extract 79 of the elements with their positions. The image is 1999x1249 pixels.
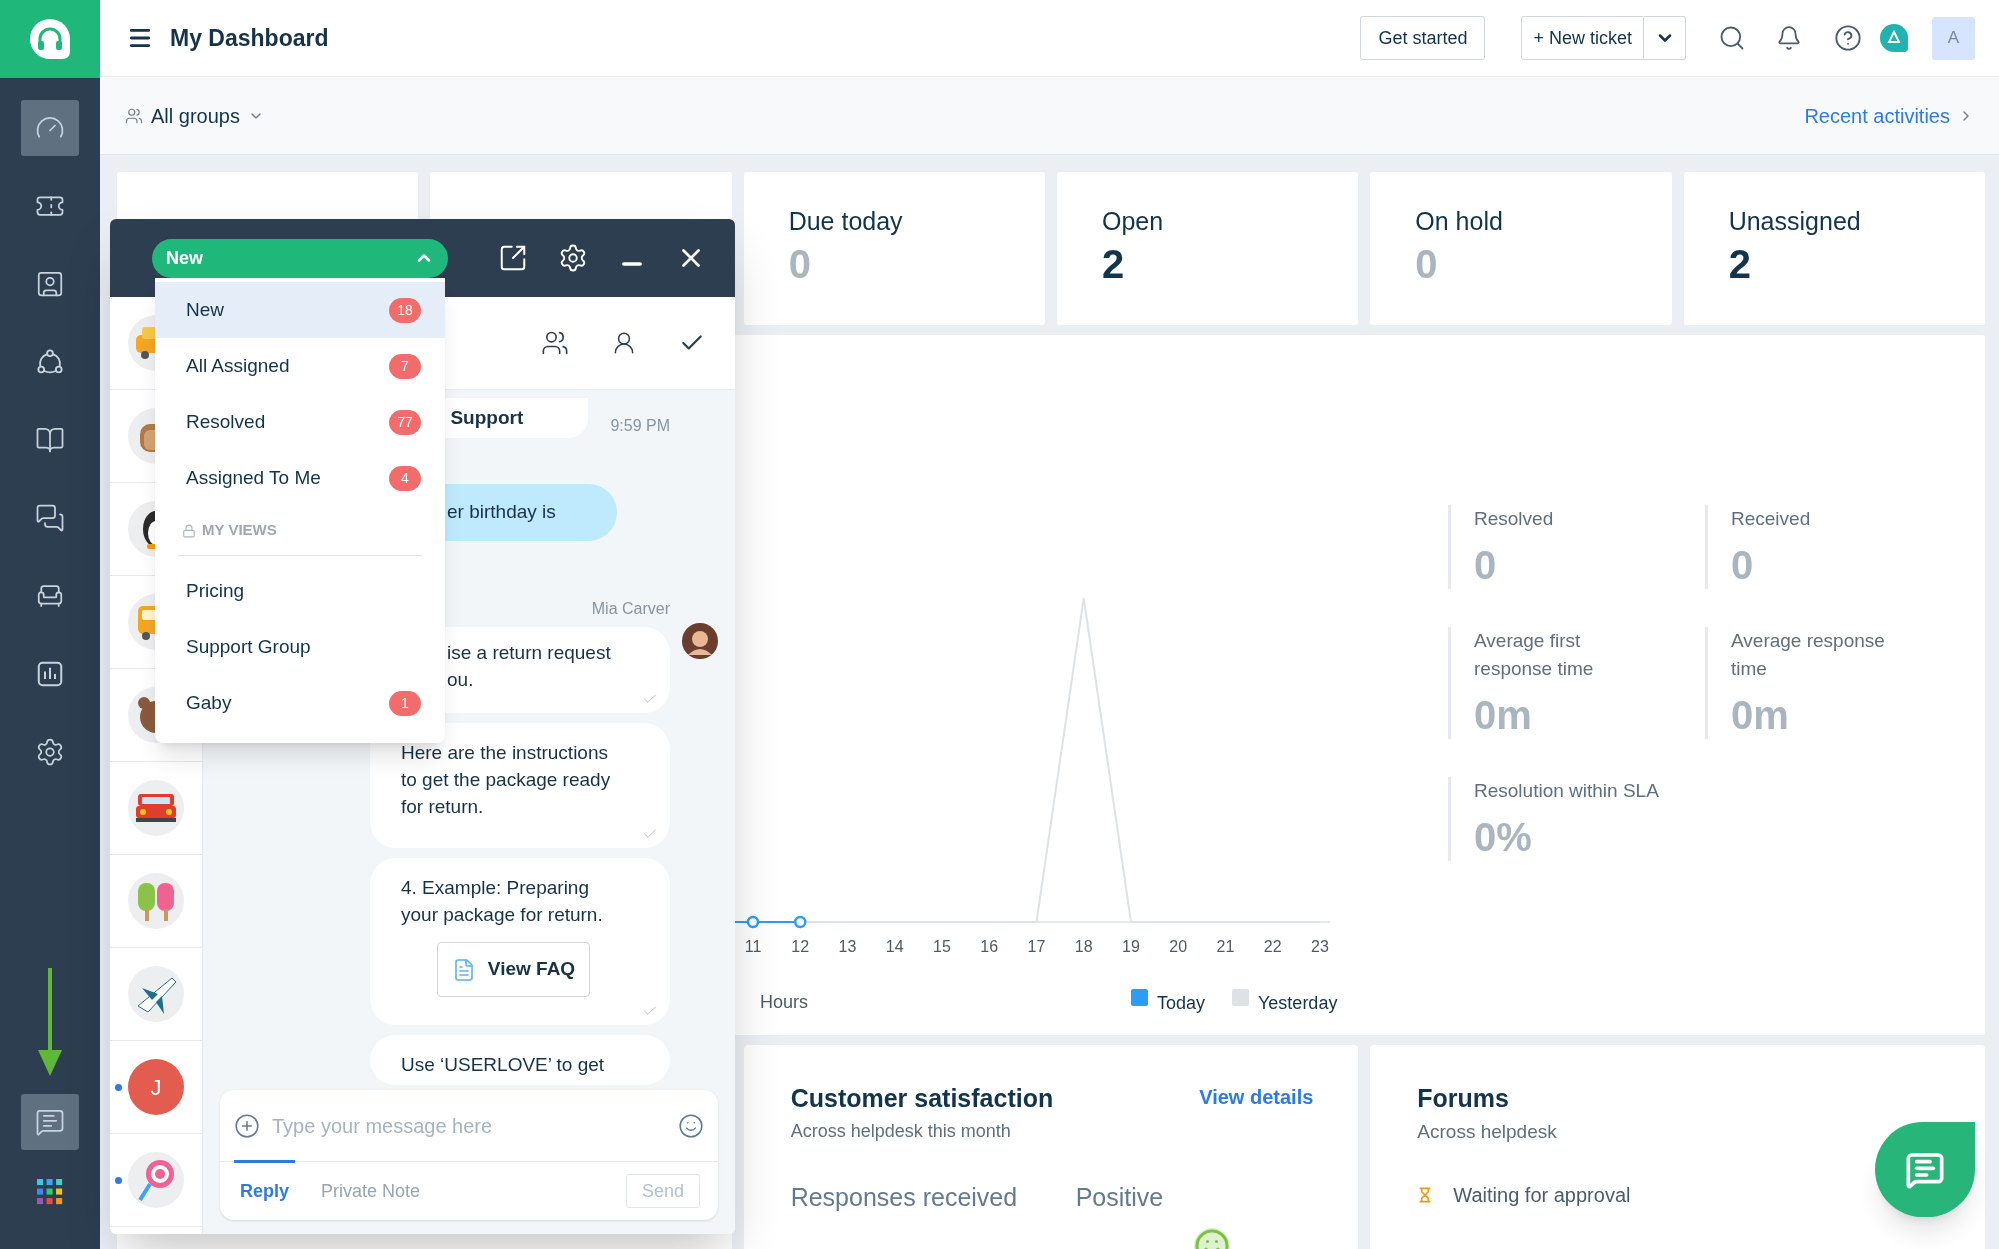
stat-label: Average first response time bbox=[1474, 629, 1595, 681]
stat-label: Resolution within SLA bbox=[1474, 779, 1660, 803]
card-subtitle: Across helpdesk bbox=[1417, 1119, 1558, 1144]
message-time: 9:59 PM bbox=[610, 416, 670, 436]
menu-item[interactable]: New 18 bbox=[155, 282, 445, 338]
summary-label: Open bbox=[1102, 206, 1165, 236]
message-text: 4. Example: Preparing your package for return. bbox=[401, 876, 604, 928]
axis-tick-label: 20 bbox=[1169, 938, 1188, 955]
summary-value: 0 bbox=[788, 241, 812, 288]
message-text: Use ‘USERLOVE’ to get bbox=[401, 1053, 605, 1078]
menu-item[interactable]: Pricing bbox=[155, 563, 445, 619]
metric-label: Waiting for approval bbox=[1453, 1183, 1631, 1208]
section-heading: MY VIEWS bbox=[202, 520, 277, 541]
count-badge: 1 bbox=[389, 690, 421, 716]
menu-item[interactable]: Gaby 1 bbox=[155, 675, 445, 731]
menu-item[interactable]: Resolved 77 bbox=[155, 394, 445, 450]
view-details-link[interactable]: View details bbox=[1199, 1082, 1314, 1112]
metric-label: Responses received bbox=[790, 1181, 1019, 1213]
axis-title: Hours bbox=[760, 992, 808, 1012]
card-title: Forums bbox=[1417, 1083, 1510, 1114]
summary-label: Unassigned bbox=[1728, 206, 1862, 236]
count-badge: 18 bbox=[389, 297, 421, 323]
axis-tick-label: 16 bbox=[980, 938, 999, 955]
stat-value: 0m bbox=[1731, 692, 1790, 739]
stat-label: Resolved bbox=[1474, 507, 1555, 531]
card-subtitle: Across helpdesk this month bbox=[790, 1119, 1012, 1143]
summary-value: 2 bbox=[1102, 241, 1126, 288]
stat-label: Received bbox=[1731, 507, 1812, 531]
summary-card[interactable]: Due today 0 bbox=[743, 172, 1045, 325]
stat-value: 0m bbox=[1474, 692, 1533, 739]
summary-label: Due today bbox=[788, 206, 904, 236]
axis-tick-label: 23 bbox=[1311, 938, 1329, 955]
count-badge: 7 bbox=[389, 353, 421, 379]
axis-tick-label: 18 bbox=[1074, 938, 1093, 955]
summary-label: On hold bbox=[1415, 206, 1504, 236]
group-filter[interactable]: All groups bbox=[125, 100, 264, 131]
menu-item-label: Resolved bbox=[186, 409, 266, 434]
count-badge: 4 bbox=[389, 465, 421, 491]
summary-card[interactable]: Open 2 bbox=[1057, 172, 1359, 325]
view-faq-button[interactable]: View FAQ bbox=[436, 942, 591, 998]
axis-tick-label: 12 bbox=[791, 938, 810, 955]
menu-item[interactable]: Support Group bbox=[155, 619, 445, 675]
composer-tab[interactable]: Reply bbox=[234, 1160, 296, 1220]
menu-item-label: Pricing bbox=[186, 578, 245, 603]
axis-tick-label: 22 bbox=[1263, 938, 1282, 955]
menu-item-label: Support Group bbox=[186, 634, 311, 659]
axis-tick-label: 19 bbox=[1122, 938, 1140, 955]
summary-value: 0 bbox=[1415, 241, 1439, 288]
stat-value: 0 bbox=[1731, 542, 1755, 589]
get-started-button[interactable]: Get started bbox=[1360, 16, 1486, 60]
stat-value: 0% bbox=[1474, 814, 1533, 861]
axis-tick-label: 21 bbox=[1216, 938, 1235, 955]
stat-label: Average response time bbox=[1731, 629, 1886, 681]
initial-avatar[interactable]: J bbox=[128, 1059, 184, 1115]
menu-item[interactable]: All Assigned 7 bbox=[155, 338, 445, 394]
axis-tick-label: 14 bbox=[885, 938, 904, 955]
page-title: My Dashboard bbox=[170, 23, 329, 53]
axis-tick-label: 17 bbox=[1027, 938, 1046, 955]
legend-label: Today bbox=[1157, 993, 1206, 1013]
stat-value: 0 bbox=[1474, 542, 1498, 589]
axis-tick-label: 13 bbox=[838, 938, 857, 955]
count-badge: 77 bbox=[389, 409, 421, 435]
menu-item[interactable]: Assigned To Me 4 bbox=[155, 450, 445, 506]
menu-item-label: All Assigned bbox=[186, 353, 290, 378]
message-text: Here are the instructions to get the package ready for return. bbox=[401, 741, 612, 820]
axis-tick-label: 11 bbox=[744, 938, 762, 955]
summary-card[interactable]: On hold 0 bbox=[1370, 172, 1672, 325]
menu-item-label: Gaby bbox=[186, 690, 232, 715]
card-title: Customer satisfaction bbox=[790, 1083, 1054, 1114]
message-input[interactable]: Type your message here bbox=[272, 1110, 666, 1141]
summary-value: 2 bbox=[1728, 241, 1752, 288]
legend-label: Yesterday bbox=[1258, 993, 1338, 1013]
axis-tick-label: 15 bbox=[933, 938, 951, 955]
new-ticket-button[interactable]: + New ticket bbox=[1521, 16, 1644, 60]
summary-card[interactable]: Unassigned 2 bbox=[1683, 172, 1985, 325]
menu-item-label: New bbox=[186, 297, 224, 322]
metric-label: Positive bbox=[1075, 1181, 1165, 1213]
author-name: Mia Carver bbox=[591, 599, 670, 620]
recent-activities-link[interactable]: Recent activities bbox=[1804, 100, 1974, 131]
